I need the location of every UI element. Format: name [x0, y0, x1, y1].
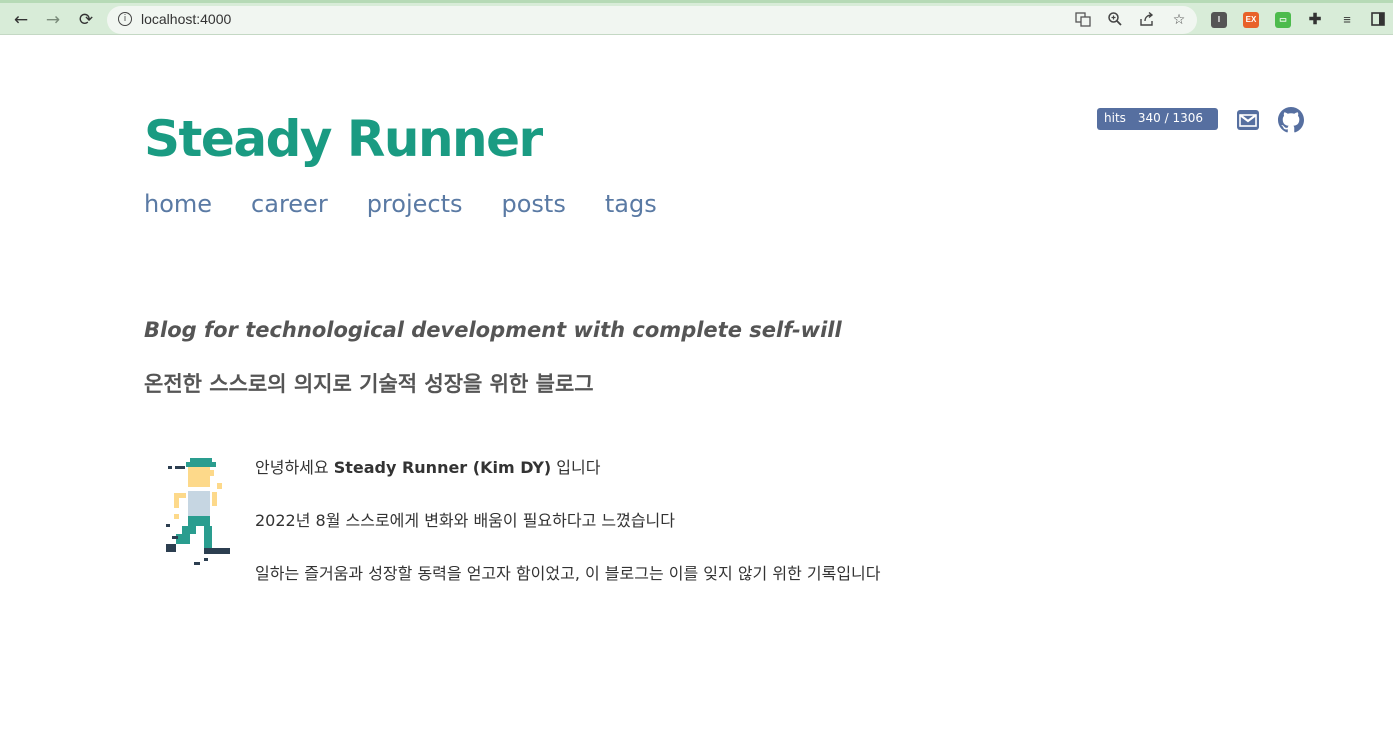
side-panel-icon[interactable] — [1370, 12, 1386, 28]
tagline-korean: 온전한 스스로의 의지로 기술적 성장을 위한 블로그 — [144, 372, 594, 396]
nav-projects[interactable]: projects — [367, 190, 463, 218]
nav-tags[interactable]: tags — [605, 190, 657, 218]
site-title[interactable]: Steady Runner — [144, 110, 543, 168]
greeting-prefix: 안녕하세요 — [255, 458, 334, 477]
intro-line-2: 2022년 8월 스스로에게 변화와 배움이 필요하다고 느꼈습니다 — [255, 511, 675, 530]
mail-icon[interactable] — [1236, 108, 1260, 132]
translate-icon[interactable] — [1074, 11, 1092, 29]
extension-ex-icon[interactable]: EX — [1243, 12, 1259, 28]
hits-label: hits — [1104, 111, 1126, 125]
extensions-puzzle-icon[interactable]: ✚ — [1307, 12, 1323, 28]
url-text[interactable]: localhost:4000 — [141, 11, 231, 27]
bookmark-star-icon[interactable]: ☆ — [1170, 11, 1188, 29]
greeting-suffix: 입니다 — [551, 458, 601, 477]
intro-greeting: 안녕하세요 Steady Runner (Kim DY) 입니다 — [255, 458, 880, 478]
runner-avatar-icon — [166, 458, 234, 568]
address-bar[interactable]: i localhost:4000 ☆ — [107, 6, 1197, 34]
back-icon[interactable]: ← — [9, 8, 33, 32]
github-icon[interactable] — [1278, 107, 1304, 133]
forward-icon[interactable]: → — [41, 8, 65, 32]
intro-section: 안녕하세요 Steady Runner (Kim DY) 입니다 2022년 8… — [255, 458, 880, 617]
reload-icon[interactable]: ⟳ — [74, 8, 98, 32]
nav-career[interactable]: career — [251, 190, 328, 218]
hits-badge: hits 340 / 1306 — [1097, 108, 1218, 130]
nav-posts[interactable]: posts — [502, 190, 566, 218]
nav-home[interactable]: home — [144, 190, 212, 218]
extension-i-icon[interactable]: I — [1211, 12, 1227, 28]
share-icon[interactable] — [1138, 11, 1156, 29]
zoom-icon[interactable] — [1106, 11, 1124, 29]
intro-line-3: 일하는 즐거움과 성장할 동력을 얻고자 함이었고, 이 블로그는 이를 잊지 … — [255, 564, 881, 583]
site-info-icon[interactable]: i — [118, 12, 132, 26]
media-queue-icon[interactable]: ≡ — [1339, 12, 1355, 28]
browser-toolbar: ← → ⟳ i localhost:4000 ☆ I EX ▭ ✚ ≡ — [0, 0, 1393, 35]
main-nav: home career projects posts tags — [144, 190, 657, 218]
tagline-english: Blog for technological development with … — [144, 318, 842, 342]
extension-green-icon[interactable]: ▭ — [1275, 12, 1291, 28]
author-name: Steady Runner (Kim DY) — [333, 458, 552, 477]
hits-count: 340 / 1306 — [1137, 111, 1204, 125]
